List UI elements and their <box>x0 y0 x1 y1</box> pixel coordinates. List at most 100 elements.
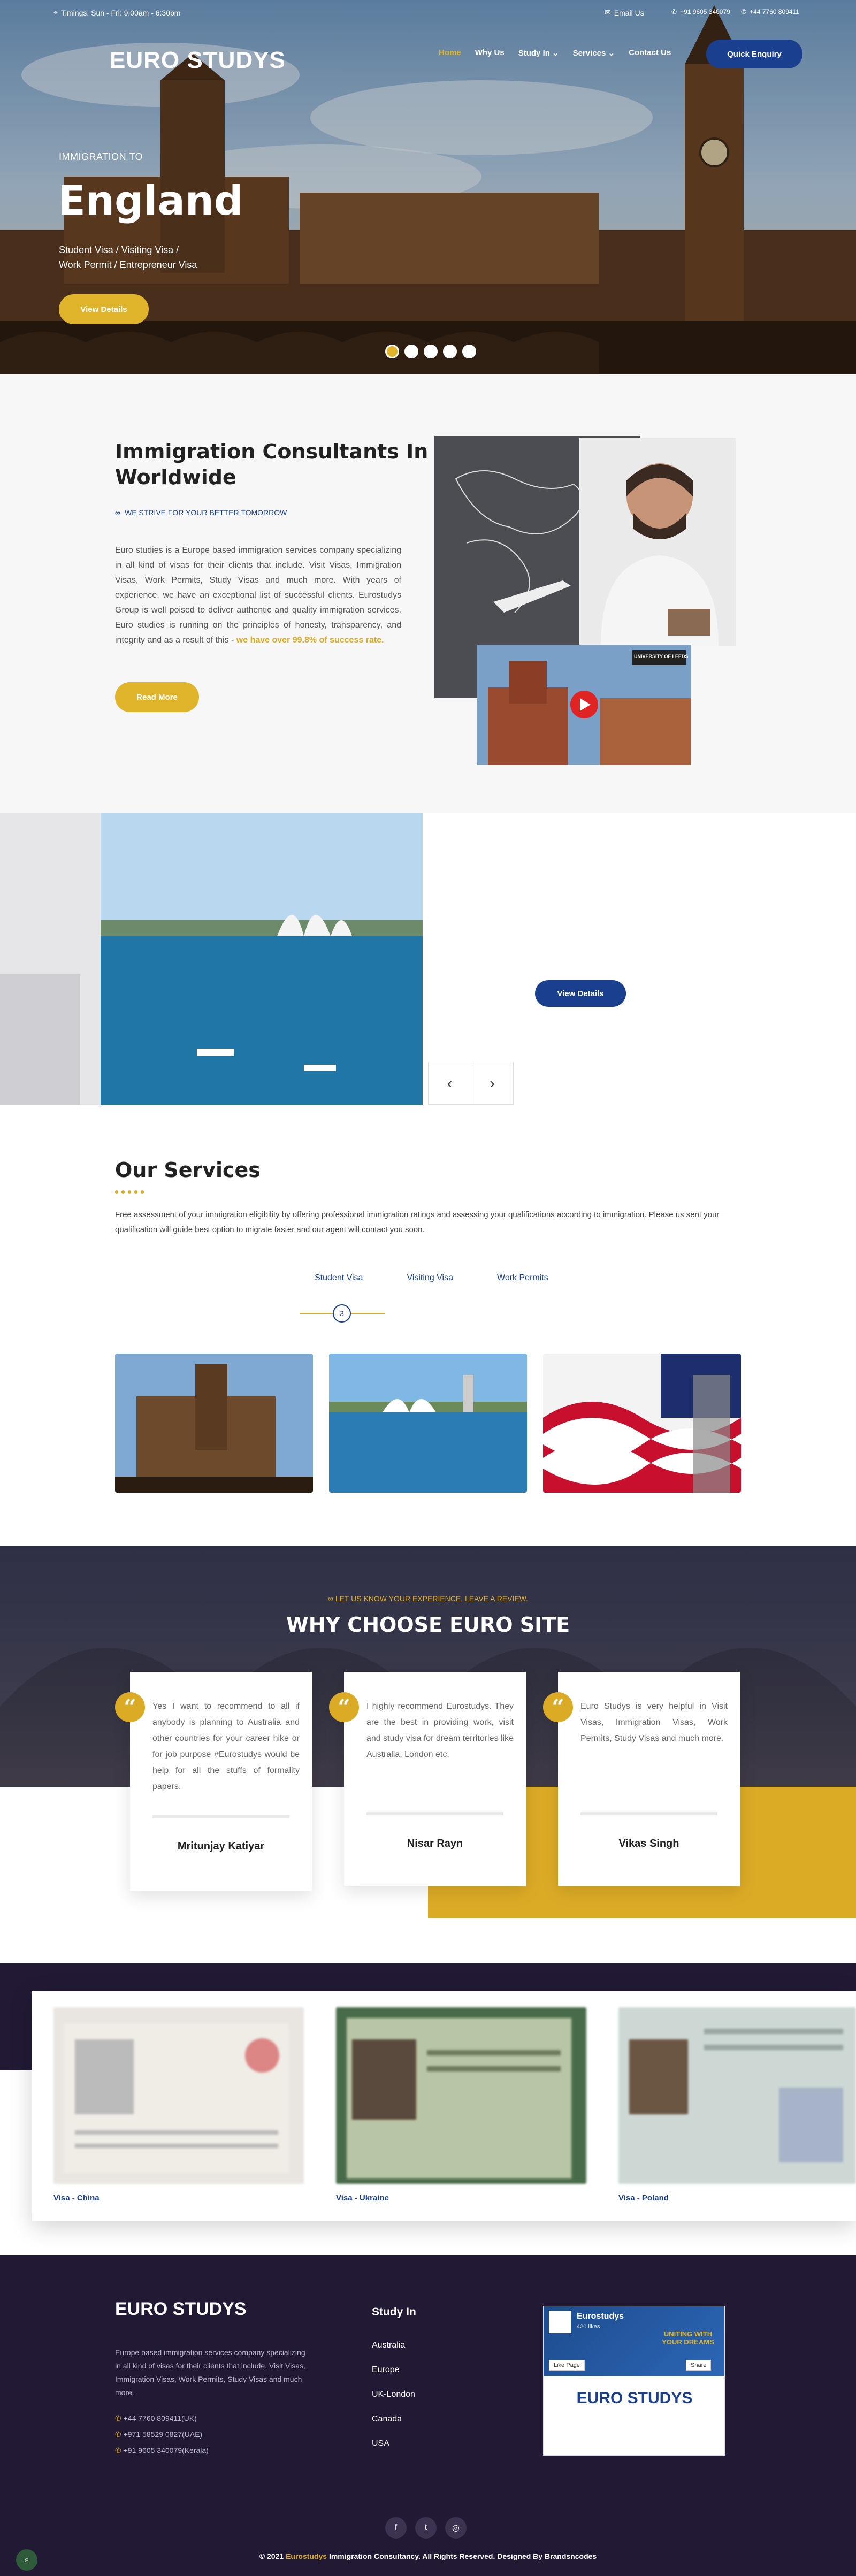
footer-phone[interactable]: ✆ +44 7760 809411(UK) <box>115 2410 209 2426</box>
chevron-left-icon[interactable]: ‹ <box>429 1062 471 1104</box>
student-photo <box>579 438 736 646</box>
footer-link-uk-london[interactable]: UK-London <box>372 2390 415 2399</box>
email-link[interactable]: ✉ Email Us <box>605 8 644 17</box>
phone-icon: ✆ <box>115 2414 121 2422</box>
destination-view-details-button[interactable]: View Details <box>535 980 626 1007</box>
nav-home[interactable]: Home <box>439 48 461 58</box>
testimonial-name: Nisar Rayn <box>407 1838 463 1849</box>
page-avatar <box>549 2311 571 2333</box>
phone-link-1[interactable]: ✆ +91 9605 340079 <box>671 8 730 16</box>
service-card-england[interactable] <box>115 1354 313 1493</box>
testimonial-text: Euro Studys is very helpful in Visit Vis… <box>580 1702 728 1743</box>
twitter-icon[interactable]: t <box>415 2517 437 2539</box>
facebook-like-button[interactable]: Like Page <box>549 2360 585 2371</box>
slider-dot[interactable] <box>462 345 476 358</box>
play-icon[interactable] <box>571 698 597 714</box>
nav-contact-us[interactable]: Contact Us <box>629 48 671 58</box>
quote-icon: “ <box>115 1692 145 1722</box>
tab-visiting-visa[interactable]: Visiting Visa <box>407 1273 453 1283</box>
copyright-brand-link[interactable]: Eurostudys <box>286 2552 327 2560</box>
testimonial-text: I highly recommend Eurostudys. They are … <box>366 1702 514 1759</box>
footer-link-canada[interactable]: Canada <box>372 2414 415 2424</box>
social-links: f t ◎ <box>385 2517 467 2539</box>
facebook-widget: Eurostudys 420 likes UNITING WITH YOUR D… <box>543 2306 725 2456</box>
facebook-post-logo: EURO STUDYS <box>576 2389 693 2407</box>
facebook-banner-text: UNITING WITH YOUR DREAMS <box>662 2330 714 2346</box>
footer-phone[interactable]: ✆ +91 9605 340079(Kerala) <box>115 2442 209 2458</box>
why-tagline: ∞ LET US KNOW YOUR EXPERIENCE, LEAVE A R… <box>327 1594 529 1603</box>
tab-work-permits[interactable]: Work Permits <box>497 1273 548 1283</box>
divider <box>152 1815 289 1818</box>
menu: Home Why Us Study In ⌄ Services ⌄ Contac… <box>439 48 671 58</box>
footer-link-usa[interactable]: USA <box>372 2439 415 2449</box>
slider-dot[interactable] <box>443 345 457 358</box>
copyright: © 2021 Eurostudys Immigration Consultanc… <box>259 2552 597 2560</box>
divider <box>366 1812 503 1815</box>
instagram-icon[interactable]: ◎ <box>445 2517 467 2539</box>
video-badge: UNIVERSITY OF LEEDS <box>634 654 689 659</box>
infinity-icon: ∞ <box>327 1594 333 1603</box>
hero-view-details-button[interactable]: View Details <box>59 294 149 324</box>
faded-building-image <box>0 813 101 1105</box>
site-logo[interactable]: EURO STUDYS <box>110 47 286 74</box>
title-underline-dots <box>115 1190 144 1194</box>
destination-section: Australia Moving to Australia for educat… <box>0 813 856 1918</box>
testimonial-text: Yes I want to recommend to all if anybod… <box>152 1702 300 1791</box>
quick-enquiry-button[interactable]: Quick Enquiry <box>706 40 802 68</box>
infinity-icon: ∞ <box>115 508 120 517</box>
location-pin-icon: ⌖ <box>54 8 58 17</box>
phone-icon: ✆ <box>115 2430 121 2439</box>
footer-phone[interactable]: ✆ +971 58529 0827(UAE) <box>115 2426 209 2442</box>
slider-dot[interactable] <box>404 345 418 358</box>
tab-student-visa[interactable]: Student Visa <box>315 1273 363 1283</box>
footer-logo[interactable]: EURO STUDYS <box>115 2299 247 2320</box>
read-more-button[interactable]: Read More <box>115 682 199 712</box>
quote-icon: “ <box>543 1692 573 1722</box>
service-card-australia[interactable] <box>329 1354 527 1493</box>
service-tabs: Student Visa Visiting Visa Work Permits <box>315 1273 548 1283</box>
facebook-icon[interactable]: f <box>385 2517 407 2539</box>
top-bar: ⌖ Timings: Sun - Fri: 9:00am - 6:30pm ✉ … <box>0 0 856 25</box>
about-tagline: ∞ WE STRIVE FOR YOUR BETTER TOMORROW <box>115 508 287 517</box>
slider-dot[interactable] <box>424 345 438 358</box>
visa-image-poland[interactable] <box>618 2007 856 2184</box>
nav-services[interactable]: Services ⌄ <box>573 48 615 58</box>
testimonial-name: Mritunjay Katiyar <box>177 1840 265 1852</box>
mail-icon: ✉ <box>605 8 611 17</box>
facebook-share-button[interactable]: Share <box>686 2360 712 2371</box>
page: ⌖ Timings: Sun - Fri: 9:00am - 6:30pm ✉ … <box>0 0 856 2576</box>
visa-image-china[interactable] <box>54 2007 304 2184</box>
hero-subtitle: IMMIGRATION TO <box>59 151 143 162</box>
destination-body: Moving to Australia for education is one… <box>535 886 802 941</box>
about-body: Euro studies is a Europe based immigrati… <box>115 546 401 645</box>
about-section: Immigration Consultants In Worldwide ∞ W… <box>0 374 856 813</box>
facebook-likes: 420 likes <box>577 2323 600 2330</box>
nav-why-us[interactable]: Why Us <box>475 48 505 58</box>
chat-widget-icon[interactable]: ⌕ <box>16 2549 37 2571</box>
footer-link-australia[interactable]: Australia <box>372 2341 415 2350</box>
chevron-right-icon[interactable]: › <box>471 1062 513 1104</box>
visa-caption: Visa - China <box>54 2193 100 2203</box>
timings: ⌖ Timings: Sun - Fri: 9:00am - 6:30pm <box>54 8 181 17</box>
footer: EURO STUDYS Europe based immigration ser… <box>0 2255 856 2576</box>
phone-icon: ✆ <box>741 8 747 16</box>
nav-study-in[interactable]: Study In ⌄ <box>518 48 559 58</box>
phone-link-2[interactable]: ✆ +44 7760 809411 <box>741 8 799 16</box>
footer-link-europe[interactable]: Europe <box>372 2365 415 2375</box>
slider-dots <box>385 345 476 358</box>
visa-image-ukraine[interactable] <box>336 2007 586 2184</box>
service-card-usa[interactable] <box>543 1354 741 1493</box>
facebook-page-name[interactable]: Eurostudys <box>577 2312 624 2321</box>
success-rate-highlight: we have over 99.8% of success rate. <box>236 636 384 645</box>
visa-caption: Visa - Poland <box>618 2193 669 2203</box>
footer-phones: ✆ +44 7760 809411(UK) ✆ +971 58529 0827(… <box>115 2410 209 2458</box>
slider-arrows: ‹ › <box>428 1062 514 1105</box>
footer-study-links: Australia Europe UK-London Canada USA <box>372 2341 415 2449</box>
testimonial-card: “ Yes I want to recommend to all if anyb… <box>115 1672 312 1891</box>
visa-carousel: Visa - China Visa - Ukraine Visa - Polan… <box>32 1991 856 2221</box>
why-title: WHY CHOOSE EURO SITE <box>286 1613 570 1637</box>
phone-icon: ✆ <box>671 8 677 16</box>
facebook-cover: Eurostudys 420 likes UNITING WITH YOUR D… <box>544 2306 724 2376</box>
slider-dot[interactable] <box>385 345 399 358</box>
testimonial-card: “ Euro Studys is very helpful in Visit V… <box>543 1672 740 1886</box>
